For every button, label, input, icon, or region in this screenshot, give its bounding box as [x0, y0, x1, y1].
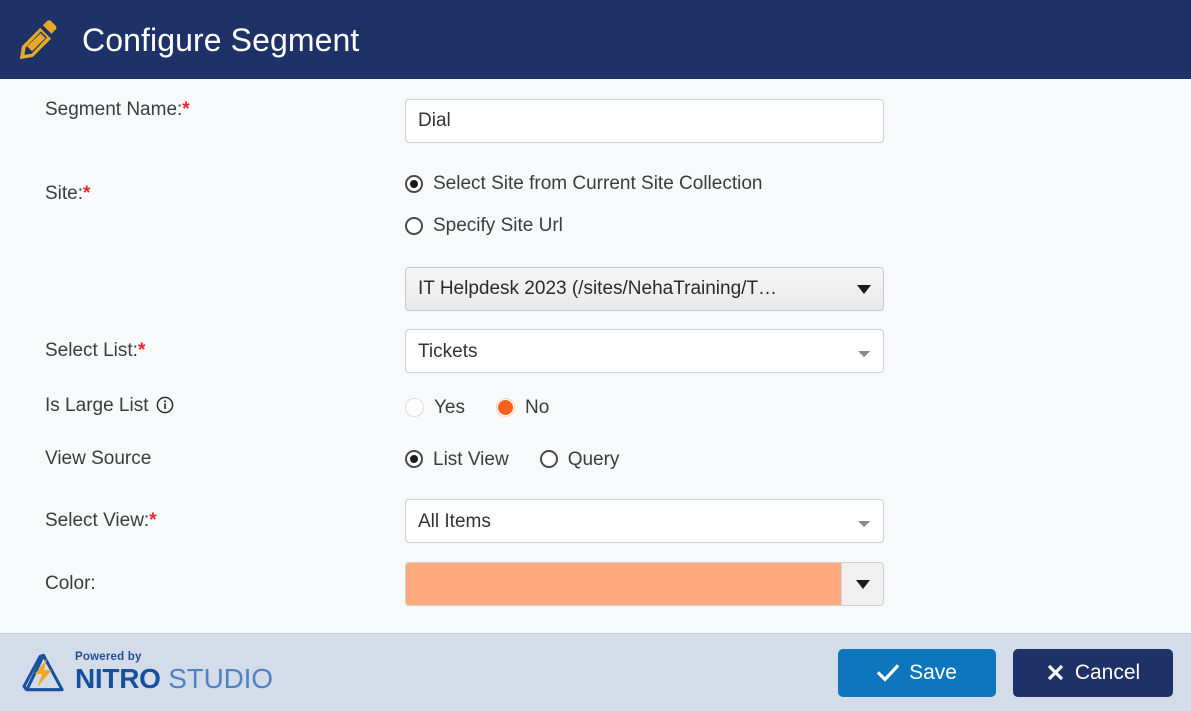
- radio-label: List View: [433, 448, 509, 470]
- caret-down-icon: [855, 579, 870, 589]
- footer-actions: Save Cancel: [838, 648, 1173, 697]
- field-row-segment-name: Segment Name:*: [0, 99, 1191, 143]
- configure-segment-dialog: Configure Segment Segment Name:* Site:* …: [0, 0, 1191, 711]
- save-button[interactable]: Save: [838, 648, 996, 697]
- cancel-button[interactable]: Cancel: [1013, 648, 1173, 697]
- color-swatch[interactable]: [406, 563, 841, 605]
- field-site: Select Site from Current Site Collection…: [405, 169, 1191, 240]
- field-site-dropdown: IT Helpdesk 2023 (/sites/NehaTraining/T…: [405, 267, 1191, 311]
- field-row-select-list: Select List:* Tickets: [0, 329, 1191, 373]
- label-select-list-text: Select List:: [45, 340, 138, 361]
- radio-indicator[interactable]: [405, 216, 423, 235]
- caret-down-icon: [857, 284, 871, 294]
- field-row-site-dropdown: IT Helpdesk 2023 (/sites/NehaTraining/T…: [0, 267, 1191, 311]
- field-segment-name: [405, 99, 1191, 143]
- close-icon: [1046, 663, 1065, 682]
- required-marker: *: [149, 510, 157, 531]
- info-icon[interactable]: [156, 396, 174, 421]
- label-is-large-list-text: Is Large List: [45, 395, 149, 416]
- radio-label: Specify Site Url: [433, 215, 563, 236]
- radio-select-site-from-collection[interactable]: Select Site from Current Site Collection: [405, 169, 1191, 198]
- field-row-is-large-list: Is Large List Yes No: [0, 395, 1191, 421]
- pencil-icon: [19, 19, 57, 59]
- radio-label: Select Site from Current Site Collection: [433, 173, 763, 194]
- label-site-text: Site:: [45, 183, 84, 204]
- view-source-radio-group: List View Query: [405, 450, 1191, 469]
- color-picker[interactable]: [405, 562, 884, 606]
- field-row-site: Site:* Select Site from Current Site Col…: [0, 169, 1191, 240]
- field-row-select-view: Select View:* All Items: [0, 499, 1191, 543]
- radio-indicator[interactable]: [539, 450, 558, 469]
- label-color-text: Color:: [45, 573, 96, 594]
- dialog-header: Configure Segment: [0, 0, 1191, 79]
- field-row-color: Color:: [0, 562, 1191, 606]
- label-site: Site:*: [0, 169, 405, 206]
- nitro-studio-brand: Powered by NITRO STUDIO: [22, 650, 273, 694]
- radio-label: No: [525, 397, 550, 419]
- label-select-view: Select View:*: [0, 499, 405, 533]
- radio-indicator[interactable]: [405, 174, 423, 193]
- site-radio-group: Select Site from Current Site Collection…: [405, 169, 1191, 240]
- label-view-source: View Source: [0, 448, 405, 471]
- radio-label: Yes: [434, 397, 465, 419]
- field-color: [405, 562, 1191, 606]
- segment-name-input[interactable]: [405, 99, 884, 143]
- label-segment-name: Segment Name:*: [0, 99, 405, 122]
- form-body: Segment Name:* Site:* Select Site from C…: [0, 79, 1191, 633]
- label-select-view-text: Select View:: [45, 510, 150, 531]
- brand-text: Powered by NITRO STUDIO: [75, 650, 273, 694]
- site-dropdown[interactable]: IT Helpdesk 2023 (/sites/NehaTraining/T…: [405, 267, 884, 311]
- radio-view-source-query[interactable]: Query: [539, 448, 620, 470]
- color-dropdown-button[interactable]: [841, 563, 883, 605]
- radio-is-large-list-no[interactable]: No: [496, 397, 550, 419]
- page-title: Configure Segment: [82, 21, 360, 58]
- brand-name-studio: STUDIO: [160, 663, 273, 695]
- brand-powered-by: Powered by: [75, 650, 142, 663]
- select-view-dropdown[interactable]: All Items: [405, 499, 884, 543]
- radio-is-large-list-yes[interactable]: Yes: [405, 397, 465, 419]
- check-icon: [877, 663, 900, 683]
- label-select-list: Select List:*: [0, 329, 405, 363]
- radio-specify-site-url[interactable]: Specify Site Url: [405, 211, 1191, 240]
- brand-name-nitro: NITRO: [75, 663, 161, 695]
- label-color: Color:: [0, 562, 405, 596]
- field-select-list: Tickets: [405, 329, 1191, 373]
- radio-label: Query: [567, 448, 620, 470]
- select-list-dropdown[interactable]: Tickets: [405, 329, 884, 373]
- radio-view-source-list-view[interactable]: List View: [405, 450, 509, 469]
- required-marker: *: [137, 340, 146, 361]
- site-dropdown-value: IT Helpdesk 2023 (/sites/NehaTraining/T…: [418, 278, 778, 299]
- label-view-source-text: View Source: [45, 448, 152, 469]
- brand-name: NITRO STUDIO: [75, 665, 273, 693]
- label-is-large-list: Is Large List: [0, 395, 405, 421]
- field-is-large-list: Yes No: [405, 397, 1191, 419]
- dialog-footer: Powered by NITRO STUDIO Save Cancel: [0, 633, 1191, 711]
- radio-indicator[interactable]: [496, 398, 515, 418]
- label-segment-name-text: Segment Name:: [45, 99, 183, 120]
- field-select-view: All Items: [405, 499, 1191, 543]
- field-view-source: List View Query: [405, 450, 1191, 469]
- radio-indicator[interactable]: [405, 450, 423, 469]
- radio-indicator[interactable]: [405, 398, 424, 418]
- cancel-button-label: Cancel: [1074, 660, 1141, 684]
- field-row-view-source: View Source List View Query: [0, 448, 1191, 471]
- required-marker: *: [83, 183, 91, 204]
- required-marker: *: [182, 99, 190, 120]
- nitro-logo-icon: [22, 653, 64, 691]
- save-button-label: Save: [909, 660, 957, 684]
- is-large-list-radio-group: Yes No: [405, 397, 1191, 419]
